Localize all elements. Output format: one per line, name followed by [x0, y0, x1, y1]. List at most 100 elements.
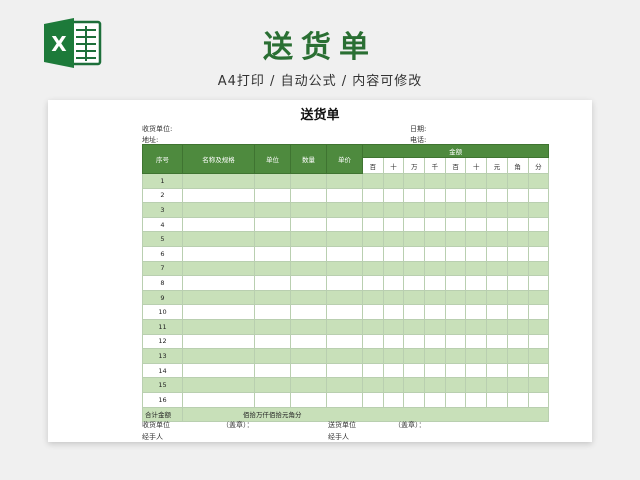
table-cell[interactable] [382, 187, 405, 204]
table-cell[interactable] [465, 348, 488, 364]
table-cell[interactable] [290, 260, 327, 277]
table-cell[interactable] [254, 377, 291, 393]
table-cell[interactable] [326, 289, 363, 306]
table-cell[interactable] [382, 304, 405, 320]
table-cell[interactable] [326, 173, 363, 189]
table-cell[interactable] [362, 304, 384, 320]
table-cell[interactable] [527, 333, 550, 350]
table-cell[interactable] [362, 202, 384, 218]
table-cell[interactable] [362, 275, 384, 291]
table-cell[interactable] [182, 304, 255, 320]
table-cell[interactable] [362, 377, 384, 393]
table-cell[interactable] [290, 202, 327, 218]
table-cell[interactable] [182, 318, 255, 335]
table-cell[interactable] [254, 304, 291, 320]
table-cell[interactable] [290, 173, 327, 189]
table-cell[interactable] [182, 275, 255, 291]
table-cell[interactable] [182, 348, 255, 364]
table-cell[interactable] [326, 216, 363, 233]
table-cell[interactable] [362, 231, 384, 247]
table-cell[interactable] [444, 318, 467, 335]
table-cell[interactable] [444, 275, 467, 291]
table-cell[interactable] [424, 289, 446, 306]
table-cell[interactable] [465, 362, 488, 379]
table-cell[interactable] [403, 260, 426, 277]
table-cell[interactable] [444, 245, 467, 262]
table-cell[interactable] [424, 187, 446, 204]
table-cell[interactable] [326, 187, 363, 204]
table-cell[interactable] [506, 173, 529, 189]
table-cell[interactable] [486, 318, 508, 335]
table-cell[interactable] [182, 362, 255, 379]
table-cell[interactable] [326, 260, 363, 277]
table-cell[interactable] [362, 391, 384, 408]
table-cell[interactable] [444, 304, 467, 320]
table-cell[interactable] [506, 304, 529, 320]
table-cell[interactable] [290, 245, 327, 262]
table-cell[interactable] [465, 333, 488, 350]
table-cell[interactable] [465, 187, 488, 204]
table-cell[interactable] [403, 362, 426, 379]
table-cell[interactable] [506, 260, 529, 277]
table-cell[interactable] [486, 173, 508, 189]
table-cell[interactable] [403, 231, 426, 247]
table-cell[interactable] [290, 289, 327, 306]
table-cell[interactable] [290, 362, 327, 379]
table-cell[interactable] [527, 377, 550, 393]
table-cell[interactable] [506, 318, 529, 335]
table-cell[interactable] [326, 391, 363, 408]
table-cell[interactable] [254, 173, 291, 189]
table-cell[interactable] [424, 391, 446, 408]
table-cell[interactable] [465, 202, 488, 218]
table-cell[interactable] [290, 231, 327, 247]
table-cell[interactable] [486, 304, 508, 320]
table-cell[interactable] [424, 362, 446, 379]
table-cell[interactable] [465, 231, 488, 247]
table-cell[interactable] [424, 348, 446, 364]
table-cell[interactable] [382, 202, 405, 218]
table-cell[interactable] [444, 362, 467, 379]
table-cell[interactable] [290, 216, 327, 233]
table-cell[interactable] [182, 260, 255, 277]
table-cell[interactable] [506, 216, 529, 233]
table-cell[interactable] [465, 304, 488, 320]
table-cell[interactable] [465, 318, 488, 335]
table-cell[interactable] [506, 348, 529, 364]
table-cell[interactable] [403, 245, 426, 262]
table-cell[interactable] [290, 187, 327, 204]
table-cell[interactable] [486, 245, 508, 262]
table-cell[interactable] [254, 187, 291, 204]
table-cell[interactable] [506, 391, 529, 408]
table-cell[interactable] [362, 187, 384, 204]
table-cell[interactable] [424, 333, 446, 350]
table-cell[interactable] [444, 187, 467, 204]
table-cell[interactable] [326, 245, 363, 262]
table-cell[interactable] [382, 231, 405, 247]
table-cell[interactable] [444, 377, 467, 393]
table-cell[interactable] [382, 318, 405, 335]
table-cell[interactable] [290, 377, 327, 393]
table-cell[interactable] [382, 333, 405, 350]
table-cell[interactable] [527, 289, 550, 306]
table-cell[interactable] [362, 173, 384, 189]
table-cell[interactable] [362, 216, 384, 233]
table-cell[interactable] [403, 377, 426, 393]
table-cell[interactable] [382, 348, 405, 364]
table-cell[interactable] [486, 216, 508, 233]
table-cell[interactable] [527, 304, 550, 320]
table-cell[interactable] [527, 348, 550, 364]
table-cell[interactable] [403, 348, 426, 364]
table-cell[interactable] [506, 231, 529, 247]
table-cell[interactable] [486, 362, 508, 379]
table-cell[interactable] [182, 187, 255, 204]
table-cell[interactable] [254, 202, 291, 218]
table-cell[interactable] [326, 348, 363, 364]
table-cell[interactable] [290, 275, 327, 291]
table-cell[interactable] [527, 318, 550, 335]
table-cell[interactable] [254, 333, 291, 350]
table-cell[interactable] [424, 216, 446, 233]
table-cell[interactable] [326, 362, 363, 379]
table-cell[interactable] [465, 289, 488, 306]
table-cell[interactable] [362, 289, 384, 306]
table-cell[interactable] [403, 318, 426, 335]
